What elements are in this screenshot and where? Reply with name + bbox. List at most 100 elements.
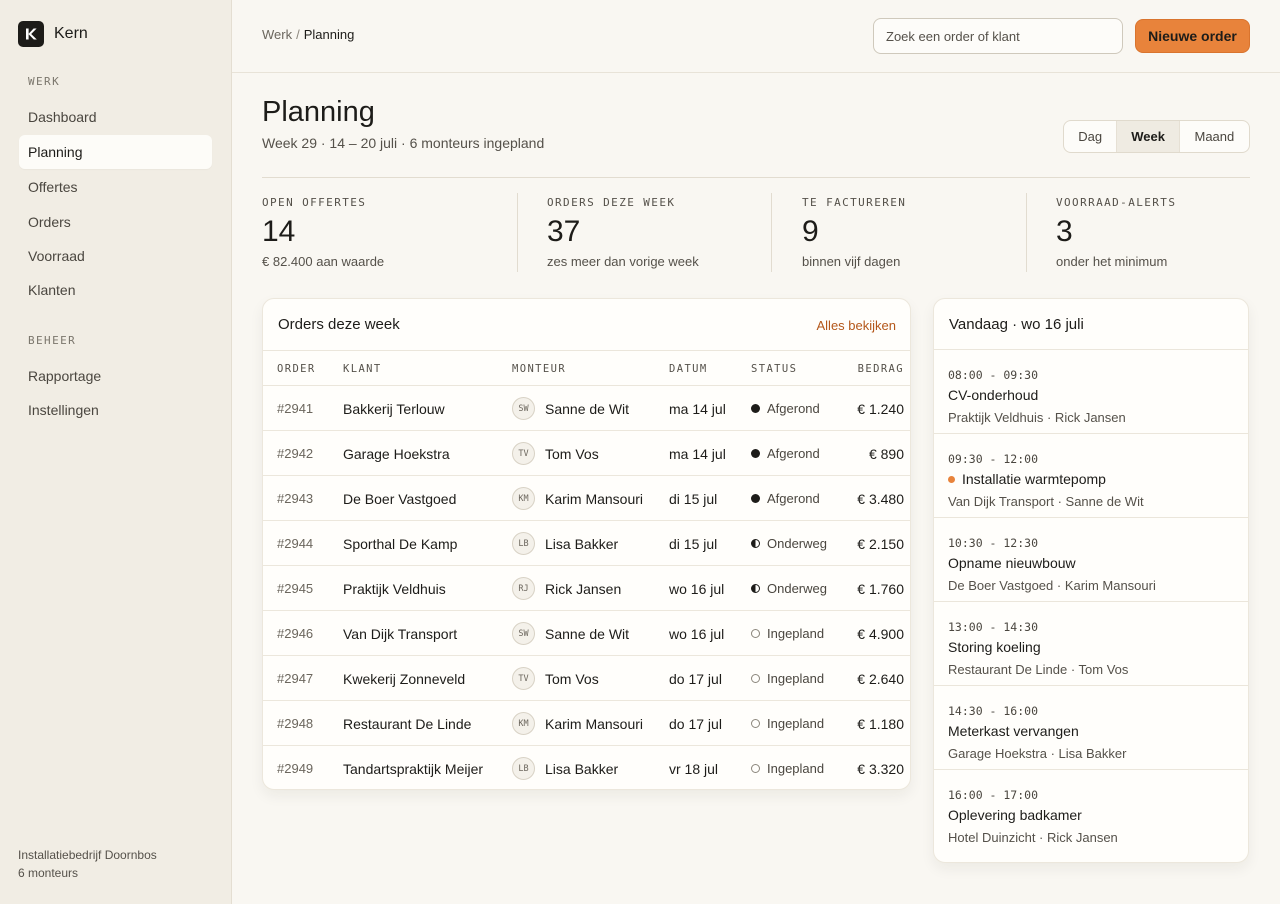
order-number[interactable]: #2942	[277, 431, 313, 476]
order-date: vr 18 jul	[669, 760, 719, 777]
order-date: di 15 jul	[669, 490, 718, 507]
order-date: wo 16 jul	[669, 580, 725, 597]
customer-name: Tandartspraktijk Meijer	[343, 760, 484, 777]
status-plan-icon	[751, 764, 760, 773]
schedule-meta: Hotel Duinzicht · Rick Jansen	[948, 830, 1118, 845]
sidebar-item-klanten[interactable]: Klanten	[19, 273, 212, 307]
technician: KM Karim Mansouri	[512, 701, 643, 746]
order-amount: € 890	[868, 445, 904, 462]
order-number[interactable]: #2944	[277, 521, 313, 566]
table-row[interactable]: #2943 De Boer Vastgoed KM Karim Mansouri di …	[263, 476, 910, 521]
company-name: Installatiebedrijf Doornbos	[18, 848, 157, 862]
sidebar-item-instellingen[interactable]: Instellingen	[19, 393, 212, 427]
status-label: Ingepland	[767, 626, 825, 641]
sidebar: Kern WERK Dashboard Planning Offertes Or…	[0, 0, 232, 904]
schedule-item[interactable]: 16:00 - 17:00 Oplevering badkamer Hotel Du…	[934, 770, 1248, 854]
avatar: SW	[512, 397, 535, 420]
customer-name: Garage Hoekstra	[343, 445, 450, 462]
sidebar-item-planning[interactable]: Planning	[19, 135, 212, 169]
order-amount: € 2.150	[857, 535, 904, 552]
order-number[interactable]: #2948	[277, 701, 313, 746]
table-row[interactable]: #2947 Kwekerij Zonneveld TV Tom Vos do 17 ju…	[263, 656, 910, 701]
order-number[interactable]: #2941	[277, 386, 313, 431]
order-number[interactable]: #2946	[277, 611, 313, 656]
view-switcher: Dag Week Maand	[1063, 120, 1250, 153]
technician: TV Tom Vos	[512, 431, 599, 476]
table-row[interactable]: #2944 Sporthal De Kamp LB Lisa Bakker di 15 …	[263, 521, 910, 566]
col-monteur[interactable]: MONTEUR	[512, 363, 566, 375]
breadcrumb-parent[interactable]: Werk	[262, 27, 292, 42]
view-day-button[interactable]: Dag	[1064, 121, 1116, 152]
technician: KM Karim Mansouri	[512, 476, 643, 521]
technician: LB Lisa Bakker	[512, 521, 618, 566]
stat-note: zes meer dan vorige week	[547, 254, 699, 269]
sidebar-item-voorraad[interactable]: Voorraad	[19, 239, 212, 273]
schedule-item[interactable]: 10:30 - 12:30 Opname nieuwbouw De Boer Vas…	[934, 518, 1248, 602]
table-row[interactable]: #2941 Bakkerij Terlouw SW Sanne de Wit ma 14…	[263, 386, 910, 431]
order-date: ma 14 jul	[669, 445, 726, 462]
customer-name: Bakkerij Terlouw	[343, 400, 445, 417]
table-row[interactable]: #2945 Praktijk Veldhuis RJ Rick Jansen wo 16…	[263, 566, 910, 611]
schedule-title: Installatie warmtepomp	[948, 471, 1106, 487]
schedule-title: CV-onderhoud	[948, 387, 1038, 403]
status-badge: Ingepland	[751, 746, 824, 789]
order-date: di 15 jul	[669, 535, 718, 552]
status-label: Afgerond	[767, 491, 820, 506]
technician-name: Lisa Bakker	[545, 760, 619, 777]
schedule-title: Storing koeling	[948, 639, 1041, 655]
brand[interactable]: Kern	[18, 21, 88, 47]
col-klant[interactable]: KLANT	[343, 363, 382, 375]
status-badge: Afgerond	[751, 476, 820, 521]
schedule-meta: Restaurant De Linde · Tom Vos	[948, 662, 1129, 677]
status-half-icon	[751, 584, 760, 593]
sidebar-item-dashboard[interactable]: Dashboard	[19, 100, 212, 134]
status-plan-icon	[751, 674, 760, 683]
order-amount: € 2.640	[857, 670, 904, 687]
new-order-button[interactable]: Nieuwe order	[1135, 19, 1250, 53]
technician: SW Sanne de Wit	[512, 386, 629, 431]
table-row[interactable]: #2946 Van Dijk Transport SW Sanne de Wit wo …	[263, 611, 910, 656]
status-badge: Ingepland	[751, 611, 824, 656]
stat-note: € 82.400 aan waarde	[262, 254, 385, 269]
table-row[interactable]: #2948 Restaurant De Linde KM Karim Mansouri…	[263, 701, 910, 746]
customer-name: Restaurant De Linde	[343, 715, 472, 732]
col-datum[interactable]: DATUM	[669, 363, 708, 375]
table-row[interactable]: #2949 Tandartspraktijk Meijer LB Lisa Bakke…	[263, 746, 910, 789]
view-all-link[interactable]: Alles bekijken	[817, 318, 897, 333]
status-label: Ingepland	[767, 716, 825, 731]
app-name: Kern	[54, 25, 88, 42]
avatar: LB	[512, 532, 535, 555]
view-month-button[interactable]: Maand	[1178, 121, 1249, 152]
order-number[interactable]: #2949	[277, 746, 313, 789]
avatar: TV	[512, 667, 535, 690]
col-bedrag[interactable]: BEDRAG	[858, 363, 904, 375]
col-order[interactable]: ORDER	[277, 363, 316, 375]
order-number[interactable]: #2947	[277, 656, 313, 701]
schedule-title-text: Meterkast vervangen	[948, 723, 1079, 739]
avatar: LB	[512, 757, 535, 780]
order-number[interactable]: #2943	[277, 476, 313, 521]
schedule-item[interactable]: 09:30 - 12:00 Installatie warmtepomp Van D…	[934, 434, 1248, 518]
sidebar-item-orders[interactable]: Orders	[19, 205, 212, 239]
view-week-button[interactable]: Week	[1116, 121, 1179, 152]
table-row[interactable]: #2942 Garage Hoekstra TV Tom Vos ma 14 jul Af…	[263, 431, 910, 476]
technician: TV Tom Vos	[512, 656, 599, 701]
technician-name: Karim Mansouri	[545, 490, 644, 507]
order-number[interactable]: #2945	[277, 566, 313, 611]
stat-note: onder het minimum	[1056, 254, 1168, 269]
status-label: Onderweg	[767, 536, 827, 551]
page-title: Planning	[262, 96, 375, 128]
order-amount: € 1.240	[857, 400, 904, 417]
schedule-item[interactable]: 13:00 - 14:30 Storing koeling Restaurant D…	[934, 602, 1248, 686]
today-header: Vandaag · wo 16 juli	[934, 299, 1248, 350]
sidebar-item-offertes[interactable]: Offertes	[19, 170, 212, 204]
schedule-item[interactable]: 08:00 - 09:30 CV-onderhoud Praktijk Veldhu…	[934, 350, 1248, 434]
schedule-item[interactable]: 14:30 - 16:00 Meterkast vervangen Garage H…	[934, 686, 1248, 770]
sidebar-item-rapportage[interactable]: Rapportage	[19, 359, 212, 393]
status-done-icon	[751, 404, 760, 413]
col-status[interactable]: STATUS	[751, 363, 797, 375]
kern-logo-icon	[18, 21, 44, 47]
header-divider	[262, 177, 1250, 178]
search-input[interactable]	[873, 18, 1123, 54]
schedule-title: Oplevering badkamer	[948, 807, 1082, 823]
